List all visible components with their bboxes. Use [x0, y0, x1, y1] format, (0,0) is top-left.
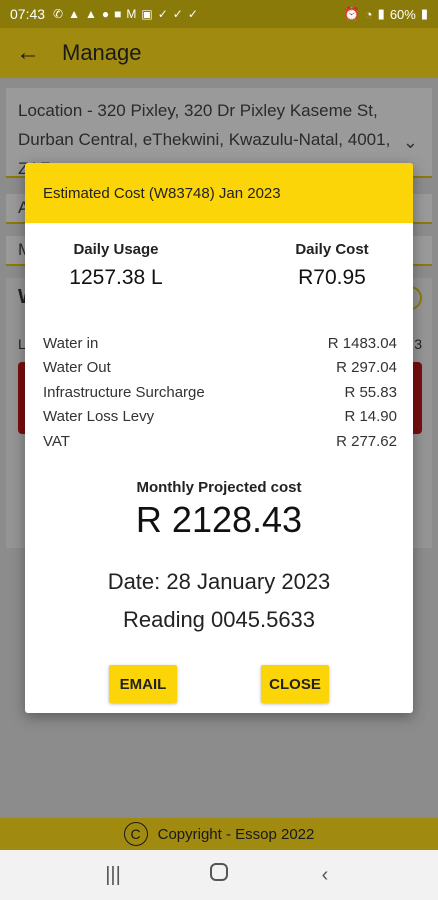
chevron-down-icon[interactable]: ⌄ [403, 128, 418, 157]
monthly-projected-label: Monthly Projected cost [136, 479, 302, 496]
daily-stats: Daily Usage 1257.38 L Daily Cost R70.95 [25, 241, 413, 301]
dialog-header: Estimated Cost (W83748) Jan 2023 [25, 163, 413, 223]
list-item: Water in R 1483.04 [43, 331, 397, 356]
cost-item-label: Water Loss Levy [43, 408, 155, 426]
list-item: Infrastructure Surcharge R 55.83 [43, 380, 397, 405]
cost-item-label: Water in [43, 334, 99, 352]
email-button[interactable]: EMAIL [109, 665, 177, 703]
copyright-text: Copyright - Essop 2022 [157, 825, 315, 843]
notification-icon: ▲ [68, 7, 80, 21]
estimated-cost-dialog: Estimated Cost (W83748) Jan 2023 Daily U… [25, 163, 413, 713]
footer: C Copyright - Essop 2022 [0, 818, 438, 850]
copyright-icon: C [123, 822, 148, 846]
wifi-icon: ◔ [364, 6, 373, 22]
cost-item-value: R 1483.04 [327, 334, 397, 352]
background-panel-r3: 3 [414, 336, 422, 352]
check-icon: ✓ [157, 7, 168, 21]
daily-usage-label: Daily Usage [73, 241, 159, 258]
cost-breakdown-list: Water in R 1483.04 Water Out R 297.04 In… [43, 331, 397, 454]
cost-item-value: R 277.62 [336, 432, 397, 450]
back-arrow-icon[interactable]: ← [16, 39, 48, 67]
back-icon[interactable]: ‹ [305, 864, 345, 887]
cost-item-label: Water Out [43, 359, 111, 377]
daily-cost: Daily Cost R70.95 [277, 241, 387, 290]
page-title: Manage [62, 40, 142, 65]
daily-usage: Daily Usage 1257.38 L [61, 241, 171, 290]
check-icon: ✓ [172, 7, 183, 21]
battery-text: 60% [389, 6, 416, 22]
status-bar: 07:43 ✆ ▲ ▲ ● ■ M ▣ ✓ ✓ ✓ ⏰ ◔ ▮ 60% ▮ [0, 0, 438, 28]
list-item: Water Loss Levy R 14.90 [43, 405, 397, 430]
cost-item-value: R 55.83 [344, 383, 397, 401]
notification-icon: ▲ [85, 7, 97, 21]
monthly-projected-value: R 2128.43 [135, 499, 303, 540]
chat-icon: ● [101, 7, 110, 21]
dialog-title: Estimated Cost (W83748) Jan 2023 [43, 184, 281, 202]
signal-icon: ▮ [377, 6, 385, 21]
video-icon: ■ [114, 7, 122, 21]
system-nav-bar: ||| ‹ [0, 850, 438, 900]
mail-icon: M [126, 7, 137, 21]
check-icon: ✓ [187, 7, 198, 21]
status-time: 07:43 [10, 6, 46, 22]
cost-item-value: R 14.90 [344, 408, 397, 426]
cost-item-value: R 297.04 [336, 359, 397, 377]
daily-usage-value: 1257.38 L [69, 266, 163, 289]
meter-reading: Reading 0045.5633 [122, 607, 316, 632]
phone-icon: ✆ [53, 7, 64, 21]
cost-item-label: Infrastructure Surcharge [43, 383, 205, 401]
cost-item-label: VAT [43, 432, 70, 450]
daily-cost-label: Daily Cost [295, 241, 369, 258]
image-icon: ▣ [141, 7, 153, 21]
daily-cost-value: R70.95 [298, 266, 366, 289]
app-bar: ← Manage [0, 28, 438, 78]
status-right: ⏰ ◔ ▮ 60% ▮ [344, 6, 428, 22]
list-item: VAT R 277.62 [43, 429, 397, 454]
home-icon[interactable] [199, 863, 239, 887]
notification-icons: ✆ ▲ ▲ ● ■ M ▣ ✓ ✓ ✓ [53, 7, 198, 21]
alarm-icon: ⏰ [343, 6, 360, 21]
list-item: Water Out R 297.04 [43, 356, 397, 381]
reading-date: Date: 28 January 2023 [107, 569, 331, 594]
close-button[interactable]: CLOSE [261, 665, 329, 703]
battery-icon: ▮ [420, 6, 428, 21]
recent-apps-icon[interactable]: ||| [93, 864, 133, 887]
